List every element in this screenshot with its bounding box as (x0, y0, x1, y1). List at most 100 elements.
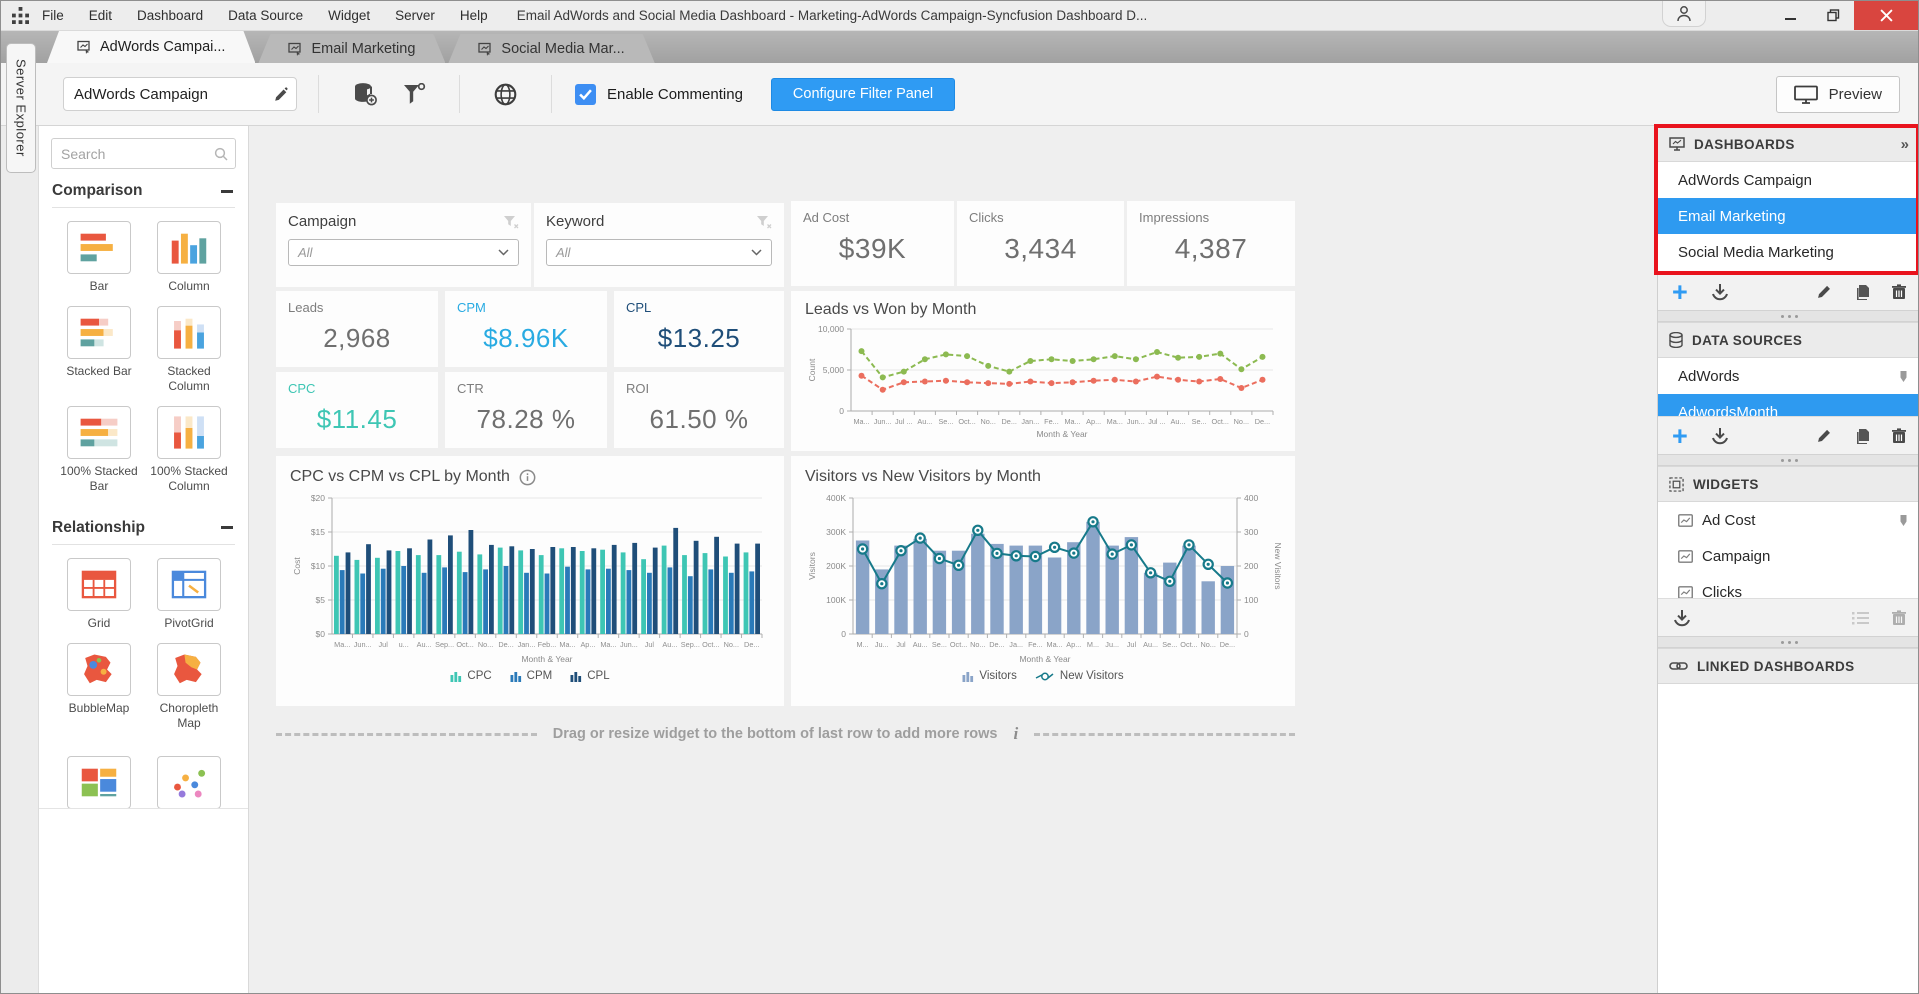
list-item-clicks[interactable]: Clicks (1658, 574, 1918, 598)
menu-data-source[interactable]: Data Source (228, 8, 303, 23)
panel-splitter[interactable] (1658, 454, 1918, 466)
tab-adwords-campai[interactable]: AdWords Campai... (47, 31, 255, 63)
copy-icon[interactable] (1854, 284, 1870, 300)
collapse-icon[interactable] (221, 526, 233, 530)
grid-widget-icon[interactable] (67, 557, 131, 611)
choropleth-map-widget-icon[interactable] (157, 643, 221, 697)
datasource-add-icon[interactable] (352, 82, 378, 106)
palette-item-100-stacked-bar[interactable]: 100% Stacked Bar (55, 406, 143, 493)
kpi-card-ad-cost[interactable]: Ad Cost $39K (791, 201, 954, 286)
kpi-card-impressions[interactable]: Impressions 4,387 (1127, 201, 1295, 286)
keyword-dropdown[interactable]: All (546, 239, 772, 266)
palette-item-bar[interactable]: Bar (55, 221, 143, 293)
download-icon[interactable] (1710, 283, 1730, 301)
bubblemap-widget-icon[interactable] (67, 643, 131, 697)
collapse-icon[interactable] (221, 189, 233, 193)
campaign-dropdown[interactable]: All (288, 239, 519, 266)
menu-widget[interactable]: Widget (328, 8, 370, 23)
palette-item-grid[interactable]: Grid (55, 557, 143, 630)
panel-splitter[interactable] (1658, 636, 1918, 648)
preview-button[interactable]: Preview (1775, 75, 1900, 113)
tab-email-marketing[interactable]: Email Marketing (258, 34, 445, 63)
palette-item-stacked-bar[interactable]: Stacked Bar (55, 306, 143, 393)
kpi-card-leads[interactable]: Leads 2,968 (276, 291, 438, 367)
copy-icon[interactable] (1854, 428, 1870, 444)
close-button[interactable] (1854, 1, 1918, 30)
edit-icon[interactable] (1817, 284, 1832, 299)
stacked-bar-widget-icon[interactable] (67, 306, 131, 360)
list-item-adwords[interactable]: AdWords (1658, 358, 1918, 394)
legend-item-new-visitors[interactable]: New Visitors (1035, 670, 1124, 682)
menu-server[interactable]: Server (395, 8, 435, 23)
list-item-email-marketing[interactable]: Email Marketing (1658, 198, 1918, 234)
download-icon[interactable] (1710, 427, 1730, 445)
kpi-card-cpc[interactable]: CPC $11.45 (276, 372, 438, 448)
scatter-icon[interactable] (157, 756, 221, 808)
legend-item-cpl[interactable]: CPL (570, 670, 610, 682)
delete-icon[interactable] (1892, 427, 1906, 444)
list-item-social-media-marketing[interactable]: Social Media Marketing (1658, 234, 1918, 270)
kpi-card-roi[interactable]: ROI 61.50 % (614, 372, 784, 448)
clear-filter-icon[interactable] (756, 215, 772, 229)
palette-item-choropleth-map[interactable]: Choropleth Map (145, 643, 233, 730)
menu-dashboard[interactable]: Dashboard (137, 8, 203, 23)
edit-pencil-icon[interactable] (274, 87, 288, 102)
kpi-card-cpl[interactable]: CPL $13.25 (614, 291, 784, 367)
palette-item-column[interactable]: Column (145, 221, 233, 293)
legend-item-visitors[interactable]: Visitors (962, 670, 1017, 682)
add-icon[interactable]: + (1672, 422, 1688, 449)
globe-icon[interactable] (493, 82, 518, 107)
menu-edit[interactable]: Edit (89, 8, 112, 23)
clear-filter-icon[interactable] (503, 215, 519, 229)
kpi-card-ctr[interactable]: CTR 78.28 % (445, 372, 607, 448)
list-item-adwordsmonth[interactable]: AdwordsMonth (1658, 394, 1918, 416)
info-icon[interactable] (519, 469, 536, 486)
palette-item-partial[interactable] (145, 756, 233, 808)
list-item-campaign[interactable]: Campaign (1658, 538, 1918, 574)
add-icon[interactable]: + (1672, 278, 1688, 305)
panel-splitter[interactable] (1658, 310, 1918, 322)
server-explorer-tab[interactable]: Server Explorer (6, 43, 36, 173)
chart-widget-cpc-cpm-cpl[interactable]: CPC vs CPM vs CPL by Month $0 $5 $10 $15 $20… (276, 456, 784, 706)
chart-widget-visitors[interactable]: Visitors vs New Visitors by Month 0 100K 2… (791, 456, 1295, 706)
legend-item-cpm[interactable]: CPM (510, 670, 552, 682)
stacked-column-widget-icon[interactable] (157, 306, 221, 360)
bar-widget-icon[interactable] (67, 221, 131, 274)
minimize-button[interactable] (1770, 1, 1812, 30)
legend-item-cpc[interactable]: CPC (450, 670, 492, 682)
100-stacked-bar-widget-icon[interactable] (67, 406, 131, 460)
chevrons-right-icon[interactable]: » (1901, 136, 1909, 153)
filter-widget-keyword[interactable]: Keyword All (534, 203, 784, 287)
configure-filter-panel-button[interactable]: Configure Filter Panel (770, 77, 956, 111)
dashboard-name-input[interactable] (64, 85, 301, 103)
kpi-card-cpm[interactable]: CPM $8.96K (445, 291, 607, 367)
download-icon[interactable] (1672, 609, 1692, 627)
treemap-icon[interactable] (67, 756, 131, 808)
column-widget-icon[interactable] (157, 221, 221, 274)
apps-grid-icon[interactable] (12, 7, 29, 24)
list-item-ad-cost[interactable]: Ad Cost (1658, 502, 1918, 538)
list-item-adwords-campaign[interactable]: AdWords Campaign (1658, 162, 1918, 198)
restore-button[interactable] (1812, 1, 1854, 30)
edit-icon[interactable] (1817, 428, 1832, 443)
widget-palette-scroll[interactable]: Comparison Bar Column Stacked Bar Stacked Co… (39, 126, 248, 809)
palette-item-100-stacked-column[interactable]: 100% Stacked Column (145, 406, 233, 493)
menu-file[interactable]: File (42, 8, 64, 23)
tab-social-media-mar[interactable]: Social Media Mar... (448, 34, 654, 63)
chart-widget-leads-vs-won[interactable]: Leads vs Won by Month 0 5,000 10,000 Ma... J… (791, 291, 1295, 451)
palette-item-stacked-column[interactable]: Stacked Column (145, 306, 233, 393)
filter-icon[interactable] (402, 83, 426, 105)
info-italic-icon[interactable]: i (1014, 724, 1019, 744)
chevron-down-icon (751, 249, 762, 256)
menu-help[interactable]: Help (460, 8, 488, 23)
filter-widget-campaign[interactable]: Campaign All (276, 203, 531, 287)
user-icon[interactable] (1662, 1, 1706, 27)
enable-commenting-checkbox[interactable] (575, 83, 596, 105)
pivotgrid-widget-icon[interactable] (157, 557, 221, 611)
palette-item-partial[interactable] (55, 756, 143, 808)
palette-item-bubblemap[interactable]: BubbleMap (55, 643, 143, 730)
palette-item-pivotgrid[interactable]: PivotGrid (145, 557, 233, 630)
100-stacked-column-widget-icon[interactable] (157, 406, 221, 460)
kpi-card-clicks[interactable]: Clicks 3,434 (957, 201, 1124, 286)
delete-icon[interactable] (1892, 283, 1906, 300)
